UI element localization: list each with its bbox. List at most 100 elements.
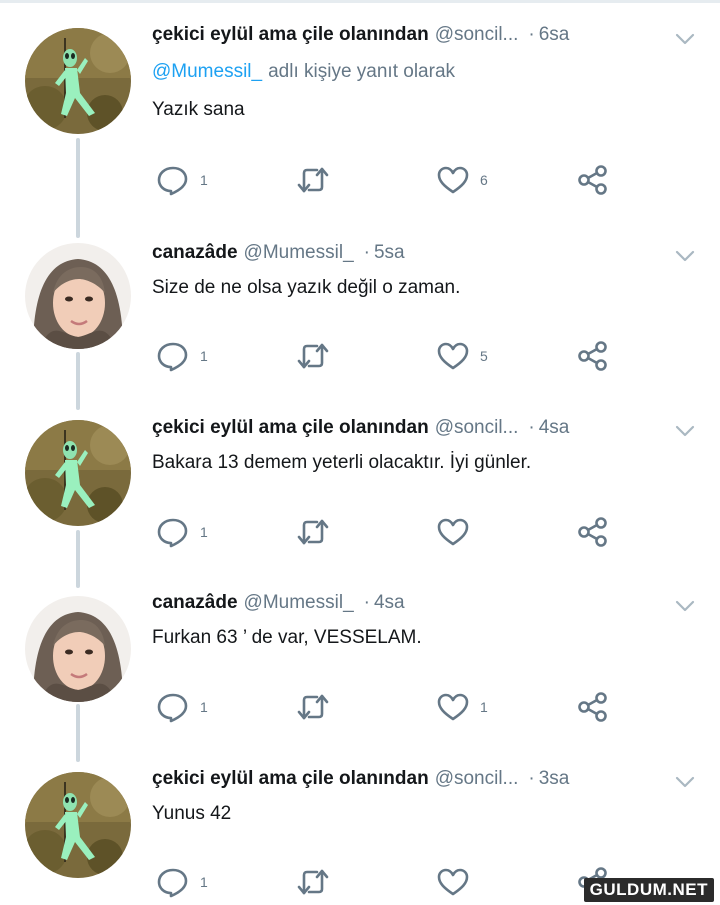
reply-count: 1 xyxy=(200,348,208,364)
tweet-header: canazâde @Mumessil_ · 5sa xyxy=(152,242,672,272)
tweet-header: çekici eylül ama çile olanından @soncil..… xyxy=(152,768,672,798)
reply-button[interactable]: 1 xyxy=(156,512,208,552)
like-count: 6 xyxy=(480,172,488,188)
author-handle[interactable]: @Mumessil_ xyxy=(244,242,354,263)
like-button[interactable] xyxy=(436,512,480,552)
tweet-actions: 1 1 xyxy=(150,687,630,727)
share-button[interactable] xyxy=(576,687,610,727)
retweet-icon xyxy=(296,691,330,723)
reply-icon xyxy=(156,340,190,372)
heart-icon xyxy=(436,164,470,196)
tweet-actions: 1 6 xyxy=(150,160,630,200)
chevron-down-icon[interactable] xyxy=(674,32,696,46)
separator-dot: · xyxy=(528,768,535,789)
avatar[interactable] xyxy=(25,772,131,878)
heart-icon xyxy=(436,866,470,898)
tweet-text: Size de ne olsa yazık değil o zaman. xyxy=(152,277,461,298)
thread-line xyxy=(76,352,80,410)
thread-line xyxy=(76,138,80,238)
author-handle[interactable]: @soncil... xyxy=(435,417,519,438)
tweet-time[interactable]: 5sa xyxy=(374,242,405,263)
mention-link[interactable]: @Mumessil_ xyxy=(152,61,262,82)
chevron-down-icon[interactable] xyxy=(674,775,696,789)
reply-count: 1 xyxy=(200,874,208,890)
separator-dot: · xyxy=(363,242,370,263)
author-name[interactable]: çekici eylül ama çile olanından xyxy=(152,768,429,789)
like-button[interactable]: 5 xyxy=(436,336,488,376)
woman-avatar-image xyxy=(25,243,131,349)
share-icon xyxy=(576,340,610,372)
like-button[interactable] xyxy=(436,862,480,902)
author-name[interactable]: canazâde xyxy=(152,242,238,263)
tweet-time[interactable]: 4sa xyxy=(374,592,405,613)
author-name[interactable]: çekici eylül ama çile olanından xyxy=(152,24,429,45)
reply-icon xyxy=(156,691,190,723)
tweet-time[interactable]: 6sa xyxy=(539,24,570,45)
avatar[interactable] xyxy=(25,420,131,526)
reply-button[interactable]: 1 xyxy=(156,160,208,200)
retweet-icon xyxy=(296,164,330,196)
retweet-icon xyxy=(296,866,330,898)
retweet-icon xyxy=(296,340,330,372)
reply-icon xyxy=(156,866,190,898)
thread-line xyxy=(76,704,80,762)
chevron-down-icon[interactable] xyxy=(674,249,696,263)
author-handle[interactable]: @soncil... xyxy=(435,24,519,45)
tweet-actions: 1 5 xyxy=(150,336,630,376)
reply-button[interactable]: 1 xyxy=(156,336,208,376)
avatar[interactable] xyxy=(25,28,131,134)
separator-dot: · xyxy=(363,592,370,613)
tweet-actions: 1 xyxy=(150,512,630,552)
share-button[interactable] xyxy=(576,336,610,376)
tweet-text: Yunus 42 xyxy=(152,803,232,824)
chevron-down-icon[interactable] xyxy=(674,599,696,613)
chevron-down-icon[interactable] xyxy=(674,424,696,438)
reply-context: @Mumessil_ adlı kişiye yanıt olarak xyxy=(152,61,455,83)
reply-count: 1 xyxy=(200,699,208,715)
share-icon xyxy=(576,516,610,548)
thread-line xyxy=(76,530,80,588)
alien-avatar-image xyxy=(25,420,131,526)
reply-button[interactable]: 1 xyxy=(156,862,208,902)
like-button[interactable]: 6 xyxy=(436,160,488,200)
reply-count: 1 xyxy=(200,172,208,188)
tweet-actions: 1 xyxy=(150,862,630,902)
reply-context-text: adlı kişiye yanıt olarak xyxy=(268,61,456,82)
share-button[interactable] xyxy=(576,160,610,200)
woman-avatar-image xyxy=(25,596,131,702)
author-name[interactable]: çekici eylül ama çile olanından xyxy=(152,417,429,438)
heart-icon xyxy=(436,516,470,548)
avatar[interactable] xyxy=(25,243,131,349)
tweet-header: çekici eylül ama çile olanından @soncil..… xyxy=(152,417,672,447)
tweet-text: Furkan 63 ’ de var, VESSELAM. xyxy=(152,627,422,648)
reply-count: 1 xyxy=(200,524,208,540)
retweet-button[interactable] xyxy=(296,687,330,727)
separator-dot: · xyxy=(528,24,535,45)
reply-button[interactable]: 1 xyxy=(156,687,208,727)
share-button[interactable] xyxy=(576,512,610,552)
separator-dot: · xyxy=(528,417,535,438)
reply-icon xyxy=(156,516,190,548)
avatar[interactable] xyxy=(25,596,131,702)
heart-icon xyxy=(436,340,470,372)
share-icon xyxy=(576,691,610,723)
top-border xyxy=(0,0,720,3)
alien-avatar-image xyxy=(25,772,131,878)
retweet-button[interactable] xyxy=(296,862,330,902)
tweet-time[interactable]: 4sa xyxy=(539,417,570,438)
author-handle[interactable]: @soncil... xyxy=(435,768,519,789)
author-handle[interactable]: @Mumessil_ xyxy=(244,592,354,613)
share-icon xyxy=(576,164,610,196)
tweet-text: Yazık sana xyxy=(152,99,245,120)
retweet-button[interactable] xyxy=(296,336,330,376)
site-watermark: GULDUM.NET xyxy=(583,878,714,902)
tweet-text: Bakara 13 demem yeterli olacaktır. İyi g… xyxy=(152,452,532,473)
retweet-button[interactable] xyxy=(296,512,330,552)
heart-icon xyxy=(436,691,470,723)
retweet-button[interactable] xyxy=(296,160,330,200)
like-button[interactable]: 1 xyxy=(436,687,488,727)
author-name[interactable]: canazâde xyxy=(152,592,238,613)
tweet-header: çekici eylül ama çile olanından @soncil..… xyxy=(152,24,672,54)
tweet-time[interactable]: 3sa xyxy=(539,768,570,789)
alien-avatar-image xyxy=(25,28,131,134)
